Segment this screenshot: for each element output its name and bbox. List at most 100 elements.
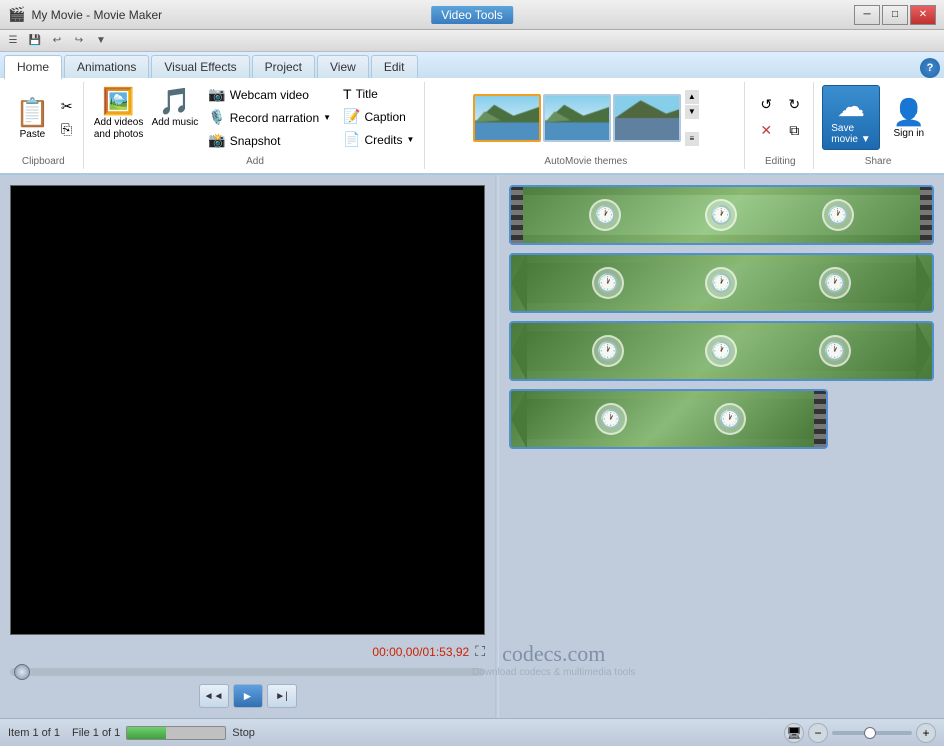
film-strip-content-3: 🕐 🕐 🕐 xyxy=(527,331,916,371)
watermark-text: codecs.com xyxy=(499,641,635,667)
stop-button[interactable]: Stop xyxy=(232,727,255,739)
maximize-button[interactable]: □ xyxy=(882,5,908,25)
fullscreen-button[interactable]: ⛶ xyxy=(475,643,485,660)
sign-in-button[interactable]: 👤 Sign in xyxy=(884,92,934,144)
share-label: Share xyxy=(816,156,940,167)
seek-bar[interactable] xyxy=(10,668,485,676)
title-icon: T xyxy=(343,86,352,102)
clock-icon-2-3: 🕐 xyxy=(819,267,851,299)
zoom-thumb[interactable] xyxy=(864,727,876,739)
minimize-button[interactable]: ─ xyxy=(854,5,880,25)
file-count: File 1 of 1 xyxy=(72,727,120,739)
snapshot-button[interactable]: 📸 Snapshot xyxy=(204,130,335,151)
theme-2[interactable] xyxy=(543,94,611,142)
theme-more[interactable]: ≡ xyxy=(685,132,699,146)
play-button[interactable]: ► xyxy=(233,684,263,708)
cut-button[interactable]: ✂ xyxy=(57,96,77,117)
rotate-right-button[interactable]: ↻ xyxy=(781,93,807,117)
clock-icon-2-2: 🕐 xyxy=(705,267,737,299)
automovie-label: AutoMovie themes xyxy=(427,156,744,167)
watermark: codecs.com Download codecs & multimedia … xyxy=(499,641,635,678)
add-videos-label: Add videos and photos xyxy=(94,117,144,141)
tab-home[interactable]: Home xyxy=(4,55,62,80)
clock-icon-1-3: 🕐 xyxy=(822,199,854,231)
film-edge-right-4 xyxy=(814,389,826,449)
record-narration-button[interactable]: 🎙️ Record narration ▼ xyxy=(204,107,335,128)
copy-button[interactable]: ⎘ xyxy=(57,119,77,140)
webcam-label: Webcam video xyxy=(230,88,309,102)
arrow-left-4 xyxy=(511,389,527,449)
clock-icon-3-2: 🕐 xyxy=(705,335,737,367)
theme-scroll-up[interactable]: ▲ xyxy=(685,90,699,104)
rotate-left-button[interactable]: ↺ xyxy=(753,93,779,117)
title-label: Title xyxy=(356,87,378,101)
quick-dropdown[interactable]: ▼ xyxy=(92,32,110,50)
ribbon-content: 📋 Paste ✂ ⎘ Clipboard 🖼️ Add xyxy=(0,78,944,173)
time-row: 00:00,00/01:53,92 ⛶ xyxy=(10,643,485,660)
quick-access-menu[interactable]: ☰ xyxy=(4,32,22,50)
title-button[interactable]: T Title xyxy=(339,84,418,104)
title-bar: 🎬 My Movie - Movie Maker Video Tools ─ □… xyxy=(0,0,944,30)
sign-in-label: Sign in xyxy=(894,128,925,139)
clock-icon-2-1: 🕐 xyxy=(592,267,624,299)
close-button[interactable]: ✕ xyxy=(910,5,936,25)
tab-visual-effects[interactable]: Visual Effects xyxy=(151,55,249,78)
editing-label: Editing xyxy=(747,156,813,167)
title-caption-buttons: T Title 📝 Caption 📄 Credits ▼ xyxy=(339,84,418,150)
film-edge-left-1 xyxy=(511,185,523,245)
film-strip-2[interactable]: 🕐 🕐 🕐 xyxy=(509,253,934,313)
clipboard-group: 📋 Paste ✂ ⎘ Clipboard xyxy=(4,82,84,169)
remove-button[interactable]: ✕ xyxy=(753,119,779,143)
quick-save-button[interactable]: 💾 xyxy=(26,32,44,50)
tab-view[interactable]: View xyxy=(317,55,369,78)
tab-animations[interactable]: Animations xyxy=(64,55,149,78)
video-tools-badge: Video Tools xyxy=(431,6,513,24)
main-area: 00:00,00/01:53,92 ⛶ ◄◄ ► ►| 🕐 🕐 🕐 xyxy=(0,175,944,718)
save-movie-button[interactable]: ☁ Savemovie ▼ xyxy=(822,85,879,150)
seek-thumb[interactable] xyxy=(14,664,30,680)
snapshot-icon: 📸 xyxy=(208,132,225,149)
film-strip-content-1: 🕐 🕐 🕐 xyxy=(523,195,920,235)
add-group: 🖼️ Add videos and photos 🎵 Add music 📷 W… xyxy=(86,82,426,169)
theme-1[interactable] xyxy=(473,94,541,142)
help-button[interactable]: ? xyxy=(920,58,940,78)
ribbon: Home Animations Visual Effects Project V… xyxy=(0,52,944,175)
quick-redo-button[interactable]: ↪ xyxy=(70,32,88,50)
quick-undo-button[interactable]: ↩ xyxy=(48,32,66,50)
next-frame-button[interactable]: ►| xyxy=(267,684,297,708)
theme-scroll-down[interactable]: ▼ xyxy=(685,105,699,119)
film-strip-content-4: 🕐 🕐 xyxy=(527,399,814,439)
split-button[interactable]: ⧉ xyxy=(781,119,807,143)
zoom-in-button[interactable]: + xyxy=(916,723,936,743)
tab-project[interactable]: Project xyxy=(252,55,315,78)
zoom-out-button[interactable]: − xyxy=(808,723,828,743)
prev-frame-button[interactable]: ◄◄ xyxy=(199,684,229,708)
film-strip-1[interactable]: 🕐 🕐 🕐 xyxy=(509,185,934,245)
cut-icon: ✂ xyxy=(61,98,73,115)
monitor-button[interactable]: 🖥 xyxy=(784,723,804,743)
clock-icon-4-2: 🕐 xyxy=(714,403,746,435)
zoom-slider[interactable] xyxy=(832,731,912,735)
save-movie-label: Savemovie ▼ xyxy=(831,123,870,145)
film-strip-3[interactable]: 🕐 🕐 🕐 xyxy=(509,321,934,381)
add-music-button[interactable]: 🎵 Add music xyxy=(150,84,201,131)
arrow-left-3 xyxy=(511,321,527,381)
credits-button[interactable]: 📄 Credits ▼ xyxy=(339,129,418,150)
paste-icon: 📋 xyxy=(15,96,50,129)
record-narration-label: Record narration xyxy=(230,111,319,125)
tab-edit[interactable]: Edit xyxy=(371,55,418,78)
paste-label: Paste xyxy=(20,129,46,140)
film-strip-4[interactable]: 🕐 🕐 xyxy=(509,389,828,449)
microphone-icon: 🎙️ xyxy=(208,109,225,126)
add-videos-icon: 🖼️ xyxy=(102,86,134,117)
webcam-video-button[interactable]: 📷 Webcam video xyxy=(204,84,335,105)
preview-screen xyxy=(10,185,485,635)
paste-button[interactable]: 📋 Paste xyxy=(10,91,55,145)
clock-icon-4-1: 🕐 xyxy=(595,403,627,435)
add-small-buttons: 📷 Webcam video 🎙️ Record narration ▼ 📸 S… xyxy=(204,84,335,151)
snapshot-label: Snapshot xyxy=(230,134,281,148)
add-videos-button[interactable]: 🖼️ Add videos and photos xyxy=(92,84,146,143)
caption-button[interactable]: 📝 Caption xyxy=(339,106,418,127)
theme-3[interactable] xyxy=(613,94,681,142)
progress-bar xyxy=(126,726,226,740)
